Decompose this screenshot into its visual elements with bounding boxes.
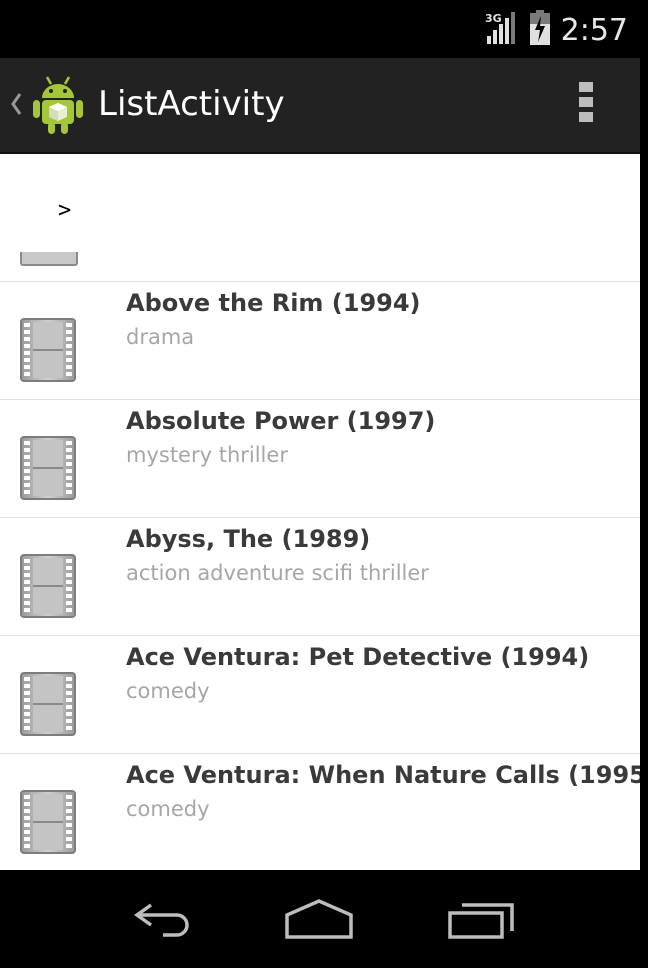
movie-genre: comedy	[126, 797, 210, 821]
android-screen: 3G 2:57 ListActivity > Above the Rim (19…	[0, 0, 648, 968]
film-icon-peek	[20, 252, 78, 266]
home-icon[interactable]	[274, 892, 364, 946]
battery-icon	[529, 10, 551, 50]
movie-title: Absolute Power (1997)	[126, 407, 436, 435]
movie-title: Abyss, The (1989)	[126, 525, 371, 553]
movie-genre: action adventure scifi thriller	[126, 561, 429, 585]
overflow-dot	[579, 112, 593, 122]
movie-title: Above the Rim (1994)	[126, 289, 421, 317]
clock: 2:57	[560, 12, 628, 48]
signal-icon: 3G	[485, 10, 519, 50]
movie-genre: drama	[126, 325, 195, 349]
movie-list[interactable]: > Above the Rim (1994) drama Absolute Pow…	[0, 154, 640, 870]
film-icon	[20, 790, 76, 854]
movie-title: Ace Ventura: Pet Detective (1994)	[126, 643, 590, 671]
network-label: 3G	[485, 12, 502, 25]
status-icons: 3G 2:57	[485, 10, 628, 50]
film-icon	[20, 672, 76, 736]
header-glyph: >	[58, 198, 72, 223]
recents-icon[interactable]	[436, 892, 526, 946]
action-bar-title: ListActivity	[98, 84, 285, 124]
list-item[interactable]: Abyss, The (1989) action adventure scifi …	[0, 518, 640, 636]
list-item[interactable]: Above the Rim (1994) drama	[0, 282, 640, 400]
list-item[interactable]: Ace Ventura: When Nature Calls (1995) com…	[0, 754, 640, 870]
overflow-dot	[579, 97, 593, 107]
overflow-dot	[579, 82, 593, 92]
status-bar: 3G 2:57	[0, 0, 648, 58]
movie-genre: mystery thriller	[126, 443, 288, 467]
list-header-row[interactable]: >	[0, 154, 640, 282]
list-item[interactable]: Ace Ventura: Pet Detective (1994) comedy	[0, 636, 640, 754]
movie-genre: comedy	[126, 679, 210, 703]
list-item[interactable]: Absolute Power (1997) mystery thriller	[0, 400, 640, 518]
movie-title: Ace Ventura: When Nature Calls (1995)	[126, 761, 640, 789]
navigation-bar	[0, 870, 648, 968]
film-icon	[20, 318, 76, 382]
film-icon	[20, 436, 76, 500]
film-icon	[20, 554, 76, 618]
back-icon[interactable]	[114, 892, 204, 946]
movie-rows: Above the Rim (1994) drama Absolute Power…	[0, 282, 640, 870]
overflow-menu-icon[interactable]	[576, 82, 596, 130]
action-bar: ListActivity	[0, 58, 640, 154]
android-app-icon[interactable]	[30, 74, 86, 136]
up-chevron-icon[interactable]	[8, 88, 24, 120]
